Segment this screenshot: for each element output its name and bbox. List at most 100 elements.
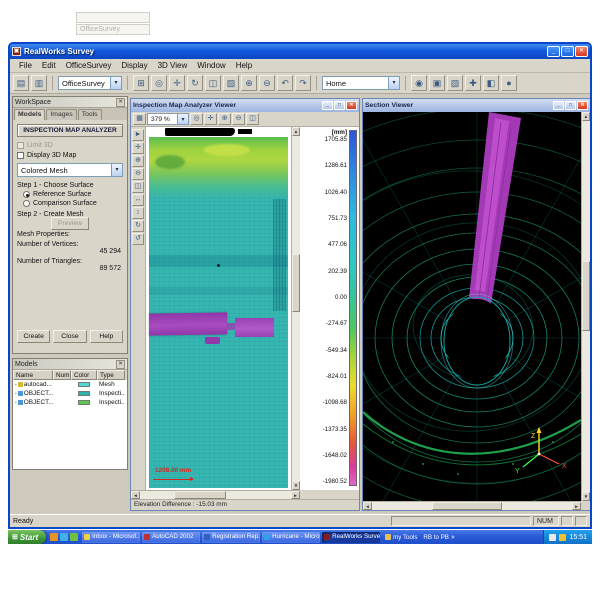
undo-icon[interactable]: ↶ (277, 75, 293, 91)
maximize-button[interactable]: □ (334, 101, 345, 110)
tab-images[interactable]: Images (46, 109, 76, 120)
redo-icon[interactable]: ↷ (295, 75, 311, 91)
minimize-button[interactable]: _ (553, 101, 564, 110)
point-icon[interactable]: ● (501, 75, 517, 91)
scroll-down-icon[interactable]: ▼ (292, 481, 300, 490)
maximize-button[interactable]: □ (565, 101, 576, 110)
menu-3d-view[interactable]: 3D View (153, 61, 193, 70)
add-icon[interactable]: ✚ (465, 75, 481, 91)
chevron-down-icon[interactable]: ▾ (388, 77, 399, 89)
quick-launch-icon[interactable] (70, 533, 78, 541)
column-name[interactable]: Name (13, 370, 53, 380)
zoom-out-icon[interactable]: ⊖ (132, 168, 144, 180)
chevron-down-icon[interactable]: ▾ (177, 114, 188, 124)
image-icon[interactable]: ▣ (429, 75, 445, 91)
measure-icon[interactable]: ↔ (132, 194, 144, 206)
scroll-right-icon[interactable]: ► (291, 491, 300, 499)
scroll-thumb[interactable] (292, 254, 300, 312)
menu-officesurvey[interactable]: OfficeSurvey (61, 61, 117, 70)
table-row[interactable]: ▪OBJECT... Inspecti... (13, 398, 127, 407)
menu-display[interactable]: Display (116, 61, 152, 70)
close-button[interactable]: ✕ (346, 101, 357, 110)
chevron-down-icon[interactable]: ▾ (110, 77, 121, 89)
print-icon[interactable]: ▦ (133, 113, 146, 125)
column-color[interactable]: Color (71, 370, 97, 380)
start-button[interactable]: ⊞ Start (8, 530, 46, 544)
minimize-button[interactable]: _ (547, 46, 560, 57)
reference-surface-radio[interactable] (23, 191, 30, 198)
zoom-out-icon[interactable]: ⊖ (232, 113, 245, 125)
grid-icon[interactable]: ⊞ (133, 75, 149, 91)
display-3d-map-checkbox[interactable] (17, 152, 24, 159)
scroll-thumb[interactable] (432, 502, 502, 510)
column-num[interactable]: Num... (53, 370, 71, 380)
zoom-in-icon[interactable]: ⊕ (218, 113, 231, 125)
mesh-icon[interactable]: ▧ (223, 75, 239, 91)
scroll-track[interactable] (292, 136, 300, 481)
select-icon[interactable]: ► (132, 129, 144, 141)
menu-window[interactable]: Window (192, 61, 230, 70)
scroll-track[interactable] (140, 491, 291, 499)
close-button[interactable]: Close (53, 330, 86, 343)
zoom-in-icon[interactable]: ⊕ (241, 75, 257, 91)
layers-icon[interactable]: ▨ (447, 75, 463, 91)
taskbar-button-hurricane[interactable]: Hurricane - Micro... (262, 532, 320, 543)
scroll-thumb[interactable] (174, 491, 226, 499)
scroll-thumb[interactable] (582, 261, 590, 331)
taskbar-button-inbox[interactable]: Inbox - Microsof... (82, 532, 140, 543)
tray-icon[interactable] (559, 534, 566, 541)
section-3d-canvas[interactable]: Z X Y (363, 112, 581, 501)
close-icon[interactable]: ✕ (116, 360, 125, 369)
chevron-down-icon[interactable]: ▾ (111, 164, 122, 176)
split-icon[interactable]: ◧ (483, 75, 499, 91)
limit-3d-checkbox[interactable] (17, 142, 24, 149)
help-button[interactable]: Help (90, 330, 123, 343)
create-button[interactable]: Create (17, 330, 50, 343)
fit-icon[interactable]: ◫ (132, 181, 144, 193)
clock[interactable]: 15:51 (569, 534, 587, 541)
pan-vertical-icon[interactable]: ↕ (132, 207, 144, 219)
workflow-combo[interactable]: OfficeSurvey ▾ (58, 76, 122, 90)
scroll-track[interactable] (372, 502, 572, 510)
scroll-left-icon[interactable]: ◄ (363, 502, 372, 510)
zoom-in-icon[interactable]: ⊕ (132, 155, 144, 167)
scroll-left-icon[interactable]: ◄ (131, 491, 140, 499)
scroll-track[interactable] (582, 121, 590, 492)
table-row[interactable]: ▪OBJECT... Inspecti... (13, 389, 127, 398)
close-button[interactable]: ✕ (575, 46, 588, 57)
menu-edit[interactable]: Edit (37, 61, 61, 70)
table-row[interactable]: ▪autocad... Mesh (13, 380, 127, 389)
open-icon[interactable]: ▤ (13, 75, 29, 91)
scroll-right-icon[interactable]: ► (572, 502, 581, 510)
pan-icon[interactable]: ✛ (132, 142, 144, 154)
rotate-icon[interactable]: ↻ (187, 75, 203, 91)
tab-tools[interactable]: Tools (78, 109, 102, 120)
nav-combo[interactable]: Home ▾ (322, 76, 400, 90)
quick-launch-icon[interactable] (50, 533, 58, 541)
taskbar-button-registration[interactable]: Registration Rep... (202, 532, 260, 543)
view-icon[interactable]: ◉ (411, 75, 427, 91)
scroll-down-icon[interactable]: ▼ (582, 492, 590, 501)
maximize-button[interactable]: □ (561, 46, 574, 57)
window-zoom-icon[interactable]: ◫ (205, 75, 221, 91)
quick-launch-icon[interactable] (60, 533, 68, 541)
menu-help[interactable]: Help (231, 61, 257, 70)
target-icon[interactable]: ◎ (151, 75, 167, 91)
scroll-up-icon[interactable]: ▲ (292, 127, 300, 136)
close-icon[interactable]: ✕ (116, 98, 125, 107)
close-button[interactable]: ✕ (577, 101, 588, 110)
zoom-out-icon[interactable]: ⊖ (259, 75, 275, 91)
taskbar-button-realworks[interactable]: RealWorks Survey (322, 532, 380, 543)
my-tools-toolbar[interactable]: my Tools (385, 534, 417, 541)
save-icon[interactable]: ▥ (31, 75, 47, 91)
pan-icon[interactable]: ✛ (204, 113, 217, 125)
section-vertical-scrollbar[interactable]: ▲ ▼ (581, 112, 590, 501)
map-vertical-scrollbar[interactable]: ▲ ▼ (291, 127, 300, 490)
inspection-map-canvas[interactable]: 1208.00 mm (146, 127, 291, 490)
rotate-icon[interactable]: ↻ (132, 220, 144, 232)
section-horizontal-scrollbar[interactable]: ◄ ► (363, 501, 581, 510)
target-icon[interactable]: ◎ (190, 113, 203, 125)
preview-button[interactable]: Preview (51, 217, 89, 230)
chevron-icon[interactable]: » (451, 534, 455, 541)
fit-icon[interactable]: ◫ (246, 113, 259, 125)
